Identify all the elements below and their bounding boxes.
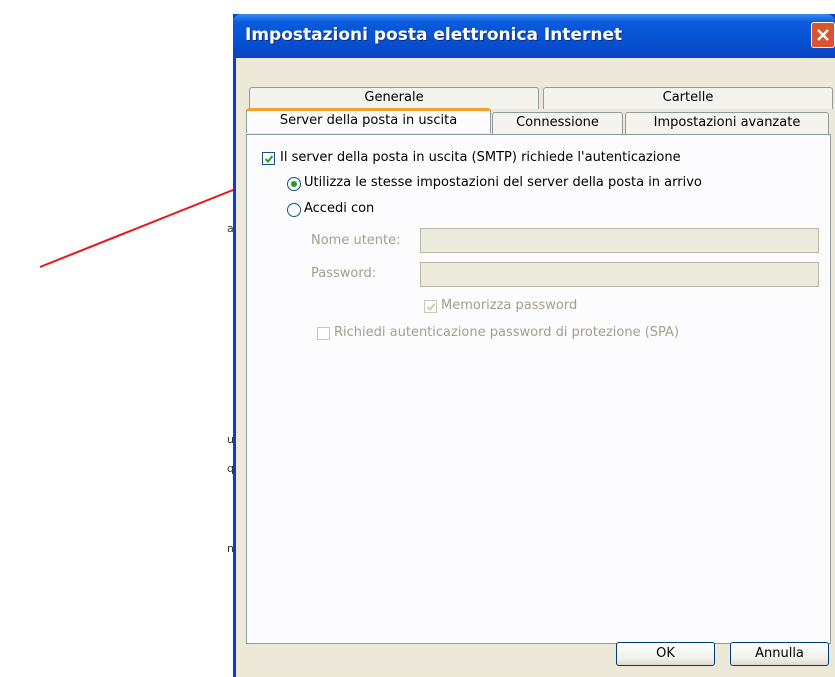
tab-connessione[interactable]: Connessione [492, 112, 623, 134]
radio-selected-dot [291, 181, 297, 187]
spa-label: Richiedi autenticazione password di prot… [334, 325, 680, 340]
radio-same-settings[interactable] [287, 177, 301, 191]
close-button[interactable] [811, 22, 835, 48]
title-bar[interactable]: Impostazioni posta elettronica Internet [233, 14, 835, 58]
password-input[interactable] [420, 262, 819, 287]
dialog-title: Impostazioni posta elettronica Internet [245, 25, 623, 45]
radio-login-with-label: Accedi con [304, 201, 375, 216]
checkmark-icon [264, 155, 274, 163]
checkmark-icon [426, 303, 436, 311]
remember-password-checkbox[interactable] [424, 300, 437, 313]
dialog-client-area: Generale Cartelle Server della posta in … [236, 58, 835, 677]
password-label: Password: [311, 266, 377, 281]
smtp-auth-label: Il server della posta in uscita (SMTP) r… [280, 150, 681, 165]
ok-button[interactable]: OK [616, 642, 715, 666]
settings-dialog: Impostazioni posta elettronica Internet … [233, 14, 835, 677]
remember-password-label: Memorizza password [441, 298, 578, 313]
username-input[interactable] [420, 228, 819, 253]
radio-login-with[interactable] [287, 203, 301, 217]
close-icon [817, 29, 829, 41]
radio-same-settings-label: Utilizza le stesse impostazioni del serv… [304, 175, 702, 190]
tab-panel: Il server della posta in uscita (SMTP) r… [246, 134, 831, 644]
spa-checkbox[interactable] [317, 327, 330, 340]
tab-impostazioni-avanzate[interactable]: Impostazioni avanzate [625, 112, 829, 134]
tab-cartelle[interactable]: Cartelle [543, 87, 833, 109]
username-label: Nome utente: [311, 233, 401, 248]
smtp-auth-checkbox[interactable] [262, 152, 275, 165]
tab-server-posta-uscita[interactable]: Server della posta in uscita [246, 108, 491, 133]
tab-generale[interactable]: Generale [249, 87, 539, 109]
cancel-button[interactable]: Annulla [730, 642, 829, 666]
